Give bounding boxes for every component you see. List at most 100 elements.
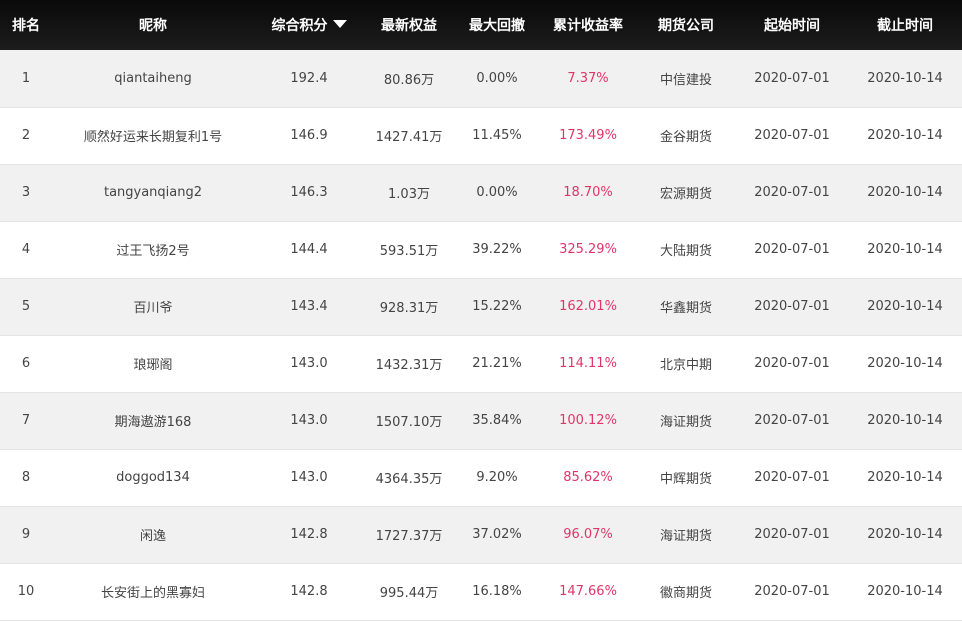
cell-company: 宏源期货 <box>636 164 736 222</box>
cell-rank: 4 <box>0 221 52 279</box>
table-row: 6 琅琊阁 143.0 1432.31万 21.21% 114.11% 北京中期… <box>0 335 962 393</box>
cell-equity: 1507.10万 <box>364 392 454 450</box>
cell-nickname-link[interactable]: 顺然好运来长期复利1号 <box>52 107 254 165</box>
header-score-label: 综合积分 <box>271 18 328 34</box>
ranking-table: 排名 昵称 综合积分 最新权益 最大回撤 累计收益率 期货公司 起始时间 截止时… <box>0 0 962 621</box>
header-score-sort[interactable]: 综合积分 <box>254 0 364 50</box>
cell-start-time: 2020-07-01 <box>736 50 848 108</box>
cell-return-rate: 173.49% <box>540 107 636 165</box>
cell-company: 徽商期货 <box>636 563 736 621</box>
cell-drawdown: 11.45% <box>454 107 540 165</box>
cell-equity: 1727.37万 <box>364 506 454 564</box>
cell-score: 143.4 <box>254 278 364 336</box>
cell-score: 142.8 <box>254 563 364 621</box>
cell-drawdown: 37.02% <box>454 506 540 564</box>
header-end-time: 截止时间 <box>877 18 933 34</box>
cell-nickname-link[interactable]: 过王飞扬2号 <box>52 221 254 279</box>
cell-equity: 1427.41万 <box>364 107 454 165</box>
table-row: 8 doggod134 143.0 4364.35万 9.20% 85.62% … <box>0 449 962 507</box>
cell-company: 北京中期 <box>636 335 736 393</box>
cell-start-time: 2020-07-01 <box>736 278 848 336</box>
table-row: 1 qiantaiheng 192.4 80.86万 0.00% 7.37% 中… <box>0 50 962 108</box>
cell-rank: 5 <box>0 278 52 336</box>
cell-nickname-link[interactable]: 闲逸 <box>52 506 254 564</box>
cell-rank: 8 <box>0 449 52 507</box>
table-row: 7 期海遨游168 143.0 1507.10万 35.84% 100.12% … <box>0 392 962 450</box>
cell-nickname-link[interactable]: qiantaiheng <box>52 50 254 108</box>
cell-start-time: 2020-07-01 <box>736 392 848 450</box>
cell-equity: 80.86万 <box>364 50 454 108</box>
cell-nickname-link[interactable]: 百川爷 <box>52 278 254 336</box>
cell-start-time: 2020-07-01 <box>736 221 848 279</box>
cell-company: 金谷期货 <box>636 107 736 165</box>
table-header: 排名 昵称 综合积分 最新权益 最大回撤 累计收益率 期货公司 起始时间 截止时… <box>0 0 962 50</box>
cell-rank: 10 <box>0 563 52 621</box>
cell-end-time: 2020-10-14 <box>848 50 962 108</box>
table-row: 10 长安街上的黑寡妇 142.8 995.44万 16.18% 147.66%… <box>0 563 962 621</box>
cell-return-rate: 100.12% <box>540 392 636 450</box>
header-row: 排名 昵称 综合积分 最新权益 最大回撤 累计收益率 期货公司 起始时间 截止时… <box>0 0 962 50</box>
cell-rank: 3 <box>0 164 52 222</box>
caret-down-icon <box>332 20 347 28</box>
cell-end-time: 2020-10-14 <box>848 335 962 393</box>
cell-drawdown: 39.22% <box>454 221 540 279</box>
table-row: 9 闲逸 142.8 1727.37万 37.02% 96.07% 海证期货 2… <box>0 506 962 564</box>
cell-equity: 1.03万 <box>364 164 454 222</box>
cell-nickname-link[interactable]: 长安街上的黑寡妇 <box>52 563 254 621</box>
cell-end-time: 2020-10-14 <box>848 221 962 279</box>
header-return-rate: 累计收益率 <box>553 18 623 34</box>
table-row: 2 顺然好运来长期复利1号 146.9 1427.41万 11.45% 173.… <box>0 107 962 165</box>
cell-rank: 7 <box>0 392 52 450</box>
cell-start-time: 2020-07-01 <box>736 506 848 564</box>
cell-end-time: 2020-10-14 <box>848 506 962 564</box>
cell-start-time: 2020-07-01 <box>736 164 848 222</box>
cell-nickname-link[interactable]: 琅琊阁 <box>52 335 254 393</box>
header-equity: 最新权益 <box>381 18 437 34</box>
cell-return-rate: 162.01% <box>540 278 636 336</box>
cell-score: 143.0 <box>254 392 364 450</box>
header-rank: 排名 <box>12 18 40 34</box>
header-start-time: 起始时间 <box>764 18 820 34</box>
cell-end-time: 2020-10-14 <box>848 164 962 222</box>
header-company: 期货公司 <box>658 18 714 34</box>
cell-score: 143.0 <box>254 335 364 393</box>
cell-drawdown: 0.00% <box>454 50 540 108</box>
cell-rank: 1 <box>0 50 52 108</box>
table-row: 5 百川爷 143.4 928.31万 15.22% 162.01% 华鑫期货 … <box>0 278 962 336</box>
cell-company: 大陆期货 <box>636 221 736 279</box>
cell-drawdown: 15.22% <box>454 278 540 336</box>
cell-score: 143.0 <box>254 449 364 507</box>
cell-end-time: 2020-10-14 <box>848 563 962 621</box>
cell-equity: 593.51万 <box>364 221 454 279</box>
cell-start-time: 2020-07-01 <box>736 563 848 621</box>
cell-equity: 1432.31万 <box>364 335 454 393</box>
cell-rank: 6 <box>0 335 52 393</box>
cell-return-rate: 96.07% <box>540 506 636 564</box>
cell-score: 192.4 <box>254 50 364 108</box>
cell-start-time: 2020-07-01 <box>736 107 848 165</box>
table-row: 3 tangyanqiang2 146.3 1.03万 0.00% 18.70%… <box>0 164 962 222</box>
cell-nickname-link[interactable]: tangyanqiang2 <box>52 164 254 222</box>
cell-return-rate: 7.37% <box>540 50 636 108</box>
cell-drawdown: 9.20% <box>454 449 540 507</box>
cell-end-time: 2020-10-14 <box>848 278 962 336</box>
cell-end-time: 2020-10-14 <box>848 449 962 507</box>
cell-company: 海证期货 <box>636 392 736 450</box>
cell-end-time: 2020-10-14 <box>848 392 962 450</box>
cell-equity: 4364.35万 <box>364 449 454 507</box>
cell-drawdown: 21.21% <box>454 335 540 393</box>
cell-drawdown: 16.18% <box>454 563 540 621</box>
cell-start-time: 2020-07-01 <box>736 449 848 507</box>
cell-return-rate: 114.11% <box>540 335 636 393</box>
cell-company: 海证期货 <box>636 506 736 564</box>
header-nickname: 昵称 <box>139 18 167 34</box>
cell-rank: 2 <box>0 107 52 165</box>
cell-nickname-link[interactable]: doggod134 <box>52 449 254 507</box>
cell-drawdown: 0.00% <box>454 164 540 222</box>
table-row: 4 过王飞扬2号 144.4 593.51万 39.22% 325.29% 大陆… <box>0 221 962 279</box>
cell-nickname-link[interactable]: 期海遨游168 <box>52 392 254 450</box>
table-body: 1 qiantaiheng 192.4 80.86万 0.00% 7.37% 中… <box>0 50 962 621</box>
cell-score: 144.4 <box>254 221 364 279</box>
cell-drawdown: 35.84% <box>454 392 540 450</box>
cell-score: 142.8 <box>254 506 364 564</box>
